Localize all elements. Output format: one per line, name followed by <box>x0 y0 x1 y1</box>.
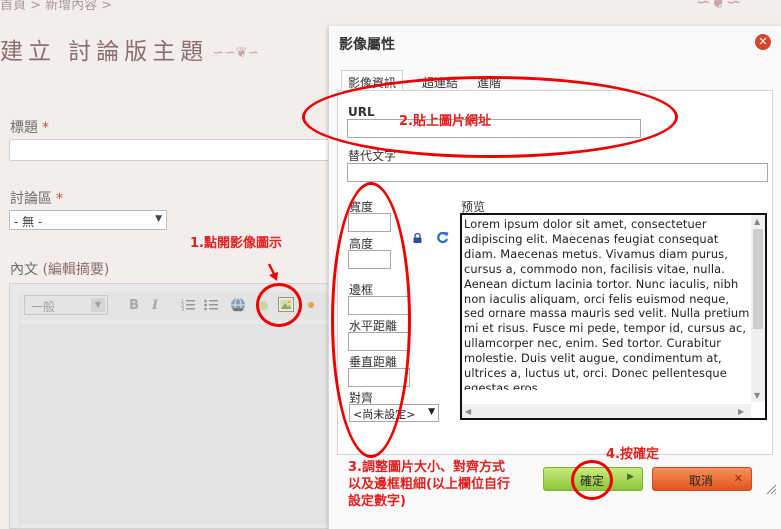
format-select[interactable]: 一般 ▼ <box>24 295 108 315</box>
arrow-right-icon: ▶ <box>627 472 634 482</box>
link-icon[interactable] <box>230 297 246 313</box>
cancel-button[interactable]: 取消 ✕ <box>652 467 752 491</box>
forum-label: 討論區 * <box>10 188 63 208</box>
chevron-down-icon: ▼ <box>155 214 162 224</box>
alt-text-input[interactable] <box>347 163 768 182</box>
cancel-button-label: 取消 <box>689 474 714 488</box>
top-swirl-decoration: ∽❦∽ <box>695 0 741 13</box>
resize-grip-icon[interactable] <box>765 483 777 495</box>
preview-box[interactable]: Lorem ipsum dolor sit amet, consectetuer… <box>460 213 767 420</box>
scroll-thumb[interactable] <box>753 229 763 329</box>
annotation-step1: 1.點開影像圖示 <box>190 236 282 251</box>
close-icon: ✕ <box>758 35 768 48</box>
close-button[interactable]: ✕ <box>755 34 771 50</box>
annotation-step3-line1: 3.調整圖片大小、對齊方式 <box>348 460 505 475</box>
annotation-ring-url <box>302 76 678 158</box>
page-title: 建立 討論版主題 ∽∽❦∽ <box>0 32 259 66</box>
scroll-down-icon[interactable]: ▼ <box>754 391 760 400</box>
svg-text:3: 3 <box>181 307 184 312</box>
bold-button[interactable]: B <box>129 298 139 313</box>
format-select-value: 一般 <box>31 300 56 314</box>
scroll-right-icon[interactable]: ▶ <box>738 407 744 416</box>
preview-vertical-scrollbar[interactable]: ▲ ▼ <box>751 215 765 402</box>
preview-text: Lorem ipsum dolor sit amet, consectetuer… <box>464 217 750 390</box>
title-label: 標題 * <box>10 117 49 137</box>
flash-icon[interactable] <box>308 298 316 312</box>
annotation-step3-line2: 以及邊框粗細(以上欄位自行 <box>348 477 510 492</box>
required-mark: * <box>56 191 63 207</box>
content-label-text: 內文 <box>10 262 38 278</box>
annotation-ring-size-fields <box>331 182 411 458</box>
numbered-list-icon[interactable]: 123 <box>181 298 195 312</box>
bullet-list-icon[interactable] <box>204 298 218 312</box>
close-icon: ✕ <box>733 472 743 485</box>
content-label: 內文 (編輯摘要) <box>10 259 109 279</box>
annotation-ring-ok <box>571 460 613 500</box>
scroll-left-icon[interactable]: ◀ <box>465 407 471 416</box>
title-input[interactable] <box>9 139 339 161</box>
title-swirl-decoration: ∽∽❦∽ <box>212 45 260 61</box>
scroll-up-icon[interactable]: ▲ <box>754 217 760 226</box>
breadcrumb[interactable]: 首頁 > 新增內容 > <box>0 0 112 13</box>
annotation-arrow-icon <box>267 263 278 281</box>
forum-label-text: 討論區 <box>10 191 52 207</box>
annotation-ring-image-icon <box>256 283 302 327</box>
italic-button[interactable]: I <box>152 298 158 313</box>
annotation-step3: 3.調整圖片大小、對齊方式 以及邊框粗細(以上欄位自行 設定數字) <box>348 459 510 510</box>
forum-select-value: - 無 - <box>14 215 43 229</box>
chevron-down-icon: ▼ <box>428 407 435 417</box>
lock-icon[interactable] <box>413 233 422 243</box>
title-label-text: 標題 <box>10 120 38 136</box>
annotation-step4: 4.按確定 <box>606 447 659 462</box>
reset-size-icon[interactable] <box>436 231 449 244</box>
annotation-step3-line3: 設定數字) <box>348 494 406 509</box>
required-mark: * <box>42 120 49 136</box>
preview-horizontal-scrollbar[interactable]: ◀ ▶ <box>462 404 751 418</box>
dialog-title[interactable]: 影像屬性 <box>339 34 395 54</box>
chevron-down-icon: ▼ <box>91 298 105 312</box>
edit-summary-link[interactable]: (編輯摘要) <box>42 262 109 278</box>
forum-select[interactable]: - 無 - ▼ <box>9 210 167 230</box>
page-title-text: 建立 討論版主題 <box>0 39 209 65</box>
